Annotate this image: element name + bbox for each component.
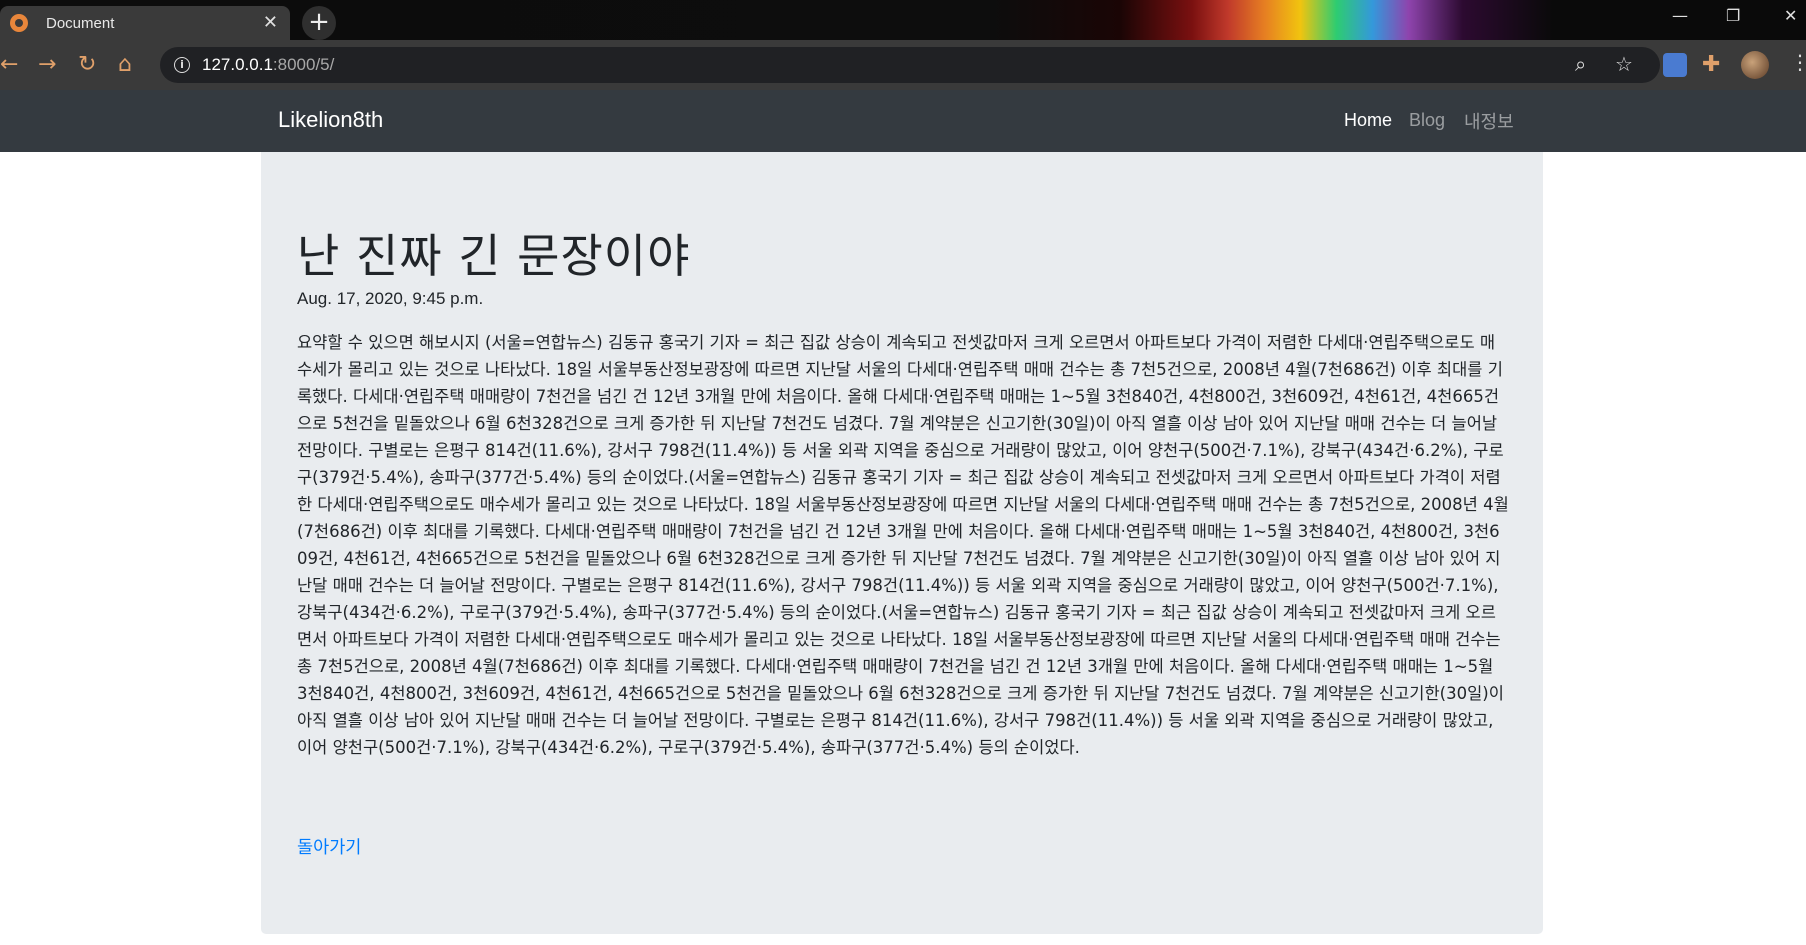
post-title: 난 진짜 긴 문장이야	[297, 229, 691, 283]
navbar-brand[interactable]: Likelion8th	[278, 107, 383, 133]
zoom-icon[interactable]: ⌕	[1575, 52, 1586, 76]
translate-icon[interactable]	[1663, 53, 1687, 77]
menu-icon[interactable]: ⋮	[1790, 50, 1806, 74]
reload-icon[interactable]: ↻	[78, 52, 96, 77]
post-date: Aug. 17, 2020, 9:45 p.m.	[297, 289, 484, 308]
browser-toolbar: ← → ↻ ⌂ i 127.0.0.1:8000/5/ ⌕ ☆ ✚ ⋮	[0, 40, 1806, 90]
back-arrow-icon[interactable]: ←	[0, 52, 18, 77]
address-bar[interactable]: i 127.0.0.1:8000/5/ ⌕ ☆	[160, 47, 1660, 83]
nav-link-blog[interactable]: Blog	[1409, 110, 1445, 131]
star-icon[interactable]: ☆	[1615, 52, 1633, 76]
browser-tab[interactable]: Document ✕	[0, 6, 290, 40]
nav-link-home[interactable]: Home	[1344, 110, 1392, 131]
home-icon[interactable]: ⌂	[118, 52, 132, 77]
close-window-icon[interactable]: ✕	[1784, 6, 1797, 25]
browser-tab-strip: Document ✕ + — ❐ ✕	[0, 0, 1806, 40]
forward-arrow-icon[interactable]: →	[38, 52, 56, 77]
url-host: 127.0.0.1	[202, 55, 273, 74]
site-navbar: Likelion8th Home Blog 내정보	[0, 90, 1806, 152]
extensions-icon[interactable]: ✚	[1702, 53, 1726, 77]
back-link[interactable]: 돌아가기	[297, 834, 361, 859]
minimize-icon[interactable]: —	[1672, 6, 1688, 25]
favicon-icon	[10, 14, 28, 32]
post-body: 요약할 수 있으면 해보시지 (서울=연합뉴스) 김동규 홍국기 기자 = 최근…	[297, 333, 1509, 757]
new-tab-button[interactable]: +	[302, 6, 336, 40]
restore-icon[interactable]: ❐	[1726, 6, 1740, 25]
profile-avatar[interactable]	[1741, 51, 1769, 79]
tab-title: Document	[46, 14, 115, 32]
post-container: 난 진짜 긴 문장이야 Aug. 17, 2020, 9:45 p.m. 요약할…	[261, 152, 1543, 934]
close-tab-icon[interactable]: ✕	[263, 12, 278, 33]
info-icon[interactable]: i	[174, 57, 190, 73]
url-path: :8000/5/	[272, 55, 335, 74]
nav-link-profile[interactable]: 내정보	[1464, 108, 1514, 134]
